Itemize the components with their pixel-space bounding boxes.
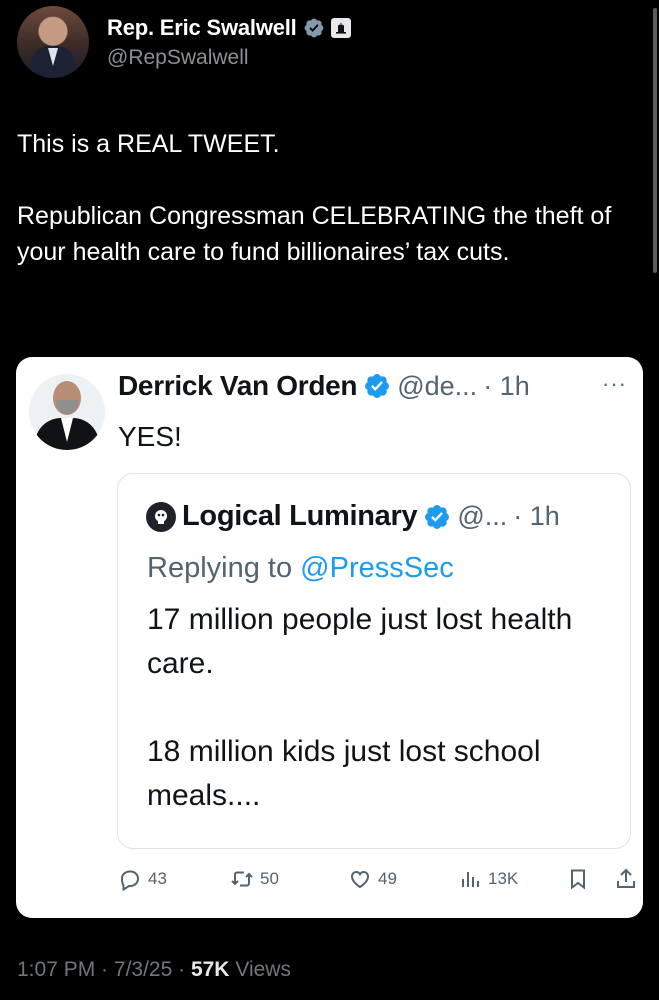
reply-count: 43 [148, 869, 167, 888]
quote-age[interactable]: · 1h [483, 371, 530, 402]
meta-separator: · [95, 958, 114, 981]
repost-icon [231, 871, 253, 887]
like-button[interactable]: 49 [348, 867, 397, 891]
views-total: 57K [190, 958, 230, 981]
government-badge-icon [330, 18, 351, 38]
share-icon [617, 868, 635, 888]
brain-icon [155, 509, 167, 524]
nested-text: 17 million people just lost health care.… [147, 598, 617, 818]
nested-quoted-tweet[interactable]: Logical Luminary @... · 1h Replying to @… [117, 473, 631, 849]
nested-author-avatar[interactable] [146, 501, 176, 532]
quoted-tweet-card[interactable]: Derrick Van Orden @de... · 1h ··· YES! L… [16, 357, 643, 918]
repost-button[interactable]: 50 [230, 867, 279, 891]
verified-icon [365, 374, 390, 398]
more-icon[interactable]: ··· [602, 371, 627, 397]
tweet-date[interactable]: 7/3/25 [114, 958, 172, 981]
quote-text: YES! [118, 421, 182, 452]
views-count: 13K [488, 869, 519, 888]
author-avatar[interactable] [17, 6, 89, 78]
action-bar: 43 50 49 13K [118, 867, 638, 895]
tweet-text-line: Republican Congressman CELEBRATING the t… [17, 202, 612, 266]
replying-prefix: Replying to [147, 552, 301, 584]
nested-text-line: 18 million kids just lost school meals..… [147, 735, 541, 812]
like-icon [350, 870, 370, 889]
verified-icon [425, 504, 450, 529]
tweet-time[interactable]: 1:07 PM [17, 958, 95, 981]
repost-count: 50 [260, 869, 279, 888]
nested-text-line: 17 million people just lost health care. [147, 603, 573, 680]
quote-author-row: Derrick Van Orden @de... · 1h [118, 370, 530, 402]
verified-icon [304, 18, 323, 38]
replying-to-mention[interactable]: @PressSec [300, 552, 454, 584]
nested-author-row: Logical Luminary @... · 1h [146, 500, 560, 533]
tweet-meta: 1:07 PM · 7/3/25 · 57K Views [17, 958, 291, 982]
tweet-text: This is a REAL TWEET. Republican Congres… [17, 126, 647, 270]
scrollbar[interactable] [653, 8, 657, 273]
bookmark-icon [571, 869, 585, 890]
replying-to: Replying to @PressSec [147, 552, 454, 585]
tweet-text-line: This is a REAL TWEET. [17, 130, 280, 158]
reply-button[interactable]: 43 [118, 867, 167, 891]
like-count: 49 [378, 869, 397, 888]
quote-author-avatar[interactable] [29, 374, 105, 450]
nested-author-handle[interactable]: @... [457, 501, 507, 532]
share-button[interactable] [614, 867, 638, 891]
bookmark-button[interactable] [566, 867, 590, 891]
author-name[interactable]: Rep. Eric Swalwell [107, 15, 297, 41]
views-label: Views [229, 958, 291, 981]
nested-age[interactable]: · 1h [513, 501, 560, 532]
quote-author-handle[interactable]: @de... [397, 371, 477, 402]
nested-author-name[interactable]: Logical Luminary [182, 500, 418, 533]
views-button[interactable]: 13K [458, 867, 518, 891]
meta-separator: · [172, 958, 191, 981]
quote-author-name[interactable]: Derrick Van Orden [118, 370, 358, 402]
author-handle[interactable]: @RepSwalwell [107, 46, 249, 70]
reply-icon [120, 870, 140, 891]
author-name-row: Rep. Eric Swalwell [107, 15, 351, 41]
views-icon [462, 872, 479, 887]
